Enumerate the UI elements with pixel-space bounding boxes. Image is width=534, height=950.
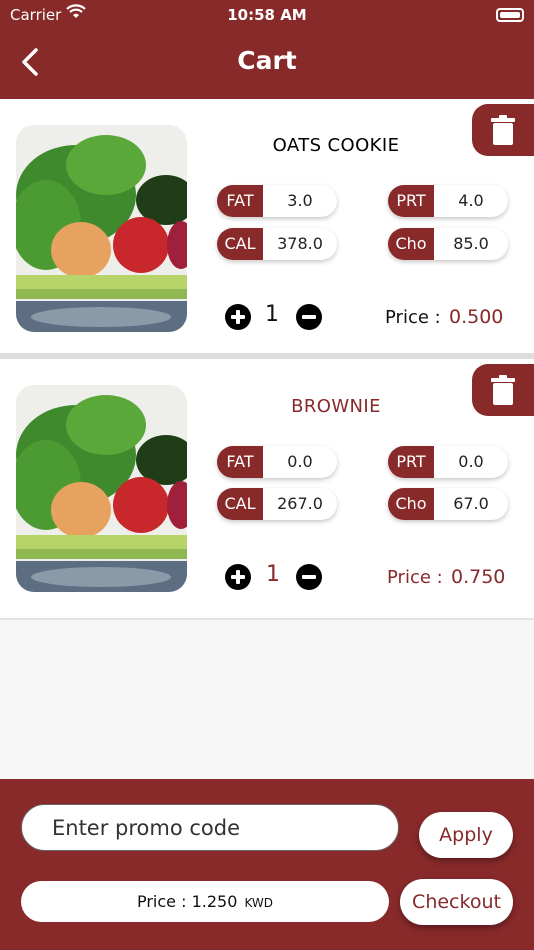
increase-quantity-button[interactable] [225, 564, 251, 590]
page-title: Cart [237, 46, 297, 75]
checkout-button[interactable]: Checkout [400, 879, 513, 925]
total-price-label: Price : 1.250 [136, 892, 238, 911]
price-value: 0.500 [449, 306, 504, 328]
currency-unit: KWD [244, 896, 274, 910]
price-label: Price : [385, 307, 441, 328]
cal-value: 267.0 [277, 494, 323, 513]
prt-value: 0.0 [458, 452, 484, 471]
quantity-value: 1 [266, 562, 280, 587]
cal-value: 378.0 [277, 234, 323, 253]
price-label: Price : [387, 567, 443, 588]
fat-pill: FAT 0.0 [217, 446, 337, 478]
decrease-quantity-button[interactable] [296, 564, 322, 590]
trash-icon [491, 375, 515, 405]
cho-pill: Cho 85.0 [388, 228, 508, 260]
promo-code-input[interactable] [21, 804, 399, 851]
cal-label: CAL [217, 488, 263, 520]
status-bar: Carrier 10:58 AM [0, 4, 534, 26]
product-image [16, 125, 187, 332]
prt-value: 4.0 [458, 191, 484, 210]
checkout-footer: Apply Price : 1.250 KWD Checkout [0, 779, 534, 950]
fat-value: 0.0 [287, 452, 313, 471]
cho-label: Cho [388, 228, 434, 260]
prt-label: PRT [388, 446, 434, 478]
product-image [16, 385, 187, 592]
battery-icon [496, 8, 524, 22]
fat-label: FAT [217, 446, 263, 478]
quantity-value: 1 [265, 302, 279, 327]
total-price-bar: Price : 1.250 KWD [21, 881, 389, 922]
status-time: 10:58 AM [227, 6, 307, 24]
cart-item-card: OATS COOKIE FAT 3.0 PRT 4.0 CAL 378.0 Ch… [0, 99, 534, 354]
product-name: OATS COOKIE [272, 135, 400, 156]
cho-value: 67.0 [453, 494, 489, 513]
increase-quantity-button[interactable] [225, 304, 251, 330]
product-name: BROWNIE [291, 396, 381, 417]
prt-pill: PRT 0.0 [388, 446, 508, 478]
price-value: 0.750 [451, 566, 506, 588]
fat-value: 3.0 [287, 191, 313, 210]
app-header: Carrier 10:58 AM Cart [0, 0, 534, 99]
delete-button[interactable] [472, 104, 534, 156]
cal-pill: CAL 267.0 [217, 488, 337, 520]
delete-button[interactable] [472, 364, 534, 416]
fat-pill: FAT 3.0 [217, 185, 337, 217]
trash-icon [491, 115, 515, 145]
divider [0, 618, 534, 620]
cart-item-card: BROWNIE FAT 0.0 PRT 0.0 CAL 267.0 Cho 67… [0, 359, 534, 619]
apply-button[interactable]: Apply [419, 812, 513, 858]
cho-label: Cho [388, 488, 434, 520]
fat-label: FAT [217, 185, 263, 217]
cho-value: 85.0 [453, 234, 489, 253]
cho-pill: Cho 67.0 [388, 488, 508, 520]
decrease-quantity-button[interactable] [296, 304, 322, 330]
prt-pill: PRT 4.0 [388, 185, 508, 217]
prt-label: PRT [388, 185, 434, 217]
cal-label: CAL [217, 228, 263, 260]
cal-pill: CAL 378.0 [217, 228, 337, 260]
